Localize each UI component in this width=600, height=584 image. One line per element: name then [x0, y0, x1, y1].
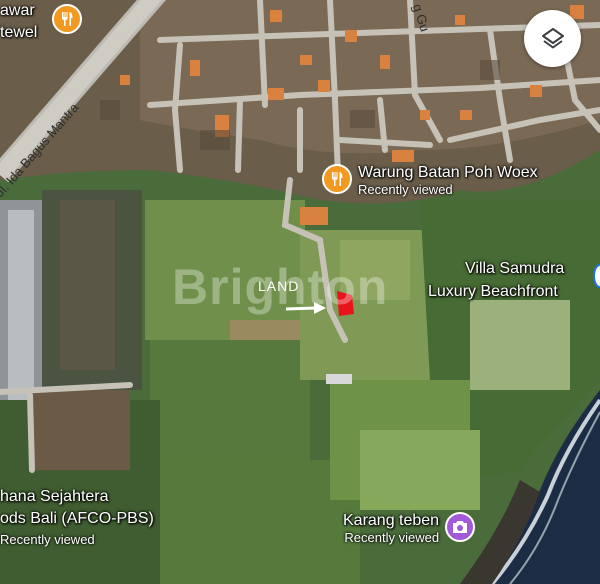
villa-pin-partial[interactable]	[593, 264, 600, 288]
land-label: LAND	[258, 278, 300, 294]
afco-name-line1[interactable]: hana Sejahtera	[0, 488, 109, 506]
villa-name-line2[interactable]: Luxury Beachfront	[428, 283, 558, 301]
photo-icon	[445, 512, 476, 542]
poi-karang-status: Recently viewed	[344, 530, 440, 545]
restaurant-pin-top-left[interactable]	[52, 4, 82, 34]
poi-karang-name: Karang teben	[343, 512, 440, 529]
poi-warung-status: Recently viewed	[358, 182, 453, 197]
top-left-place-partial: awar	[0, 2, 35, 19]
poi-warung-name: Warung Batan Poh Woex	[358, 164, 538, 181]
afco-name-line2[interactable]: ods Bali (AFCO-PBS)	[0, 510, 154, 528]
poi-warung[interactable]: Warung Batan Poh Woex Recently viewed	[322, 164, 538, 198]
layers-button[interactable]	[524, 10, 581, 67]
villa-name-line1[interactable]: Villa Samudra	[465, 260, 564, 278]
map-view[interactable]: Brighton LAND Jl. Ida Bagus Mantra awar …	[0, 0, 600, 584]
top-left-place-partial-2: tewel	[0, 24, 38, 41]
poi-karang-teben[interactable]: Karang teben Recently viewed	[343, 512, 476, 546]
restaurant-icon	[322, 164, 352, 194]
restaurant-icon	[62, 12, 73, 26]
layers-icon	[541, 27, 564, 48]
afco-status: Recently viewed	[0, 532, 95, 547]
